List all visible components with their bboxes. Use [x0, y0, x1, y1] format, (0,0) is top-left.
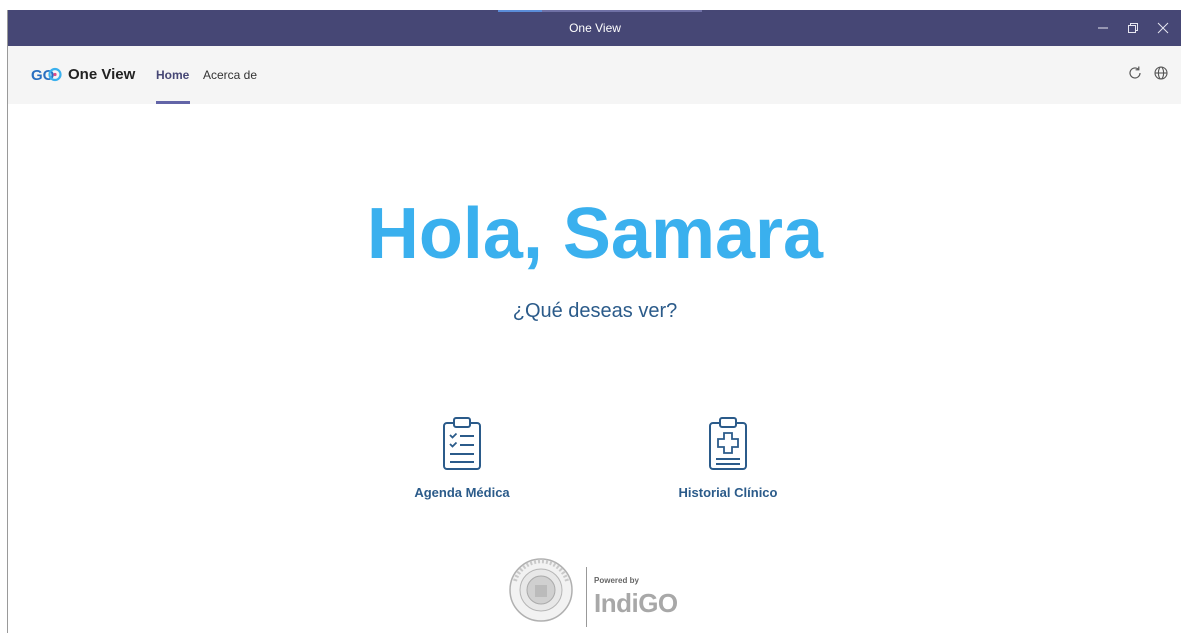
restore-icon: [1128, 23, 1138, 33]
nav-home[interactable]: Home: [156, 68, 189, 82]
restore-button[interactable]: [1118, 10, 1148, 46]
close-icon: [1157, 22, 1169, 34]
clipboard-medical-icon: [709, 417, 747, 470]
go-logo: GO: [31, 66, 65, 87]
question-text: ¿Qué deseas ver?: [512, 300, 678, 322]
app-navbar: GO One View Home Acerca de: [8, 46, 1181, 104]
clipboard-checklist-icon: [443, 417, 481, 470]
ips-seal-icon: [509, 558, 573, 622]
refresh-icon: [1129, 66, 1141, 79]
window-title: One View: [569, 21, 621, 35]
historial-clinico-label: Historial Clínico: [678, 485, 778, 500]
nav-active-indicator: [156, 101, 190, 104]
historial-clinico-option[interactable]: Historial Clínico: [648, 415, 808, 500]
globe-icon: [1154, 66, 1168, 80]
nav-about[interactable]: Acerca de: [203, 68, 257, 82]
footer-divider: [586, 567, 587, 627]
ips-seal-logo: [508, 557, 574, 628]
app-name: One View: [68, 66, 136, 83]
agenda-medica-label: Agenda Médica: [414, 485, 510, 500]
refresh-button[interactable]: [1127, 65, 1143, 86]
powered-by-text: Powered by: [594, 576, 639, 585]
indigo-brand: IndiGO: [594, 588, 678, 618]
window-titlebar: One View: [8, 10, 1181, 46]
close-button[interactable]: [1148, 10, 1178, 46]
agenda-medica-option[interactable]: Agenda Médica: [382, 415, 542, 500]
go-logo-icon: GO: [31, 67, 62, 84]
app-window: One View GO One View Home Acerca de Hola…: [7, 10, 1181, 633]
globe-button[interactable]: [1153, 65, 1169, 86]
minimize-button[interactable]: [1088, 10, 1118, 46]
greeting-heading: Hola, Samara: [366, 194, 824, 274]
minimize-icon: [1098, 27, 1108, 29]
